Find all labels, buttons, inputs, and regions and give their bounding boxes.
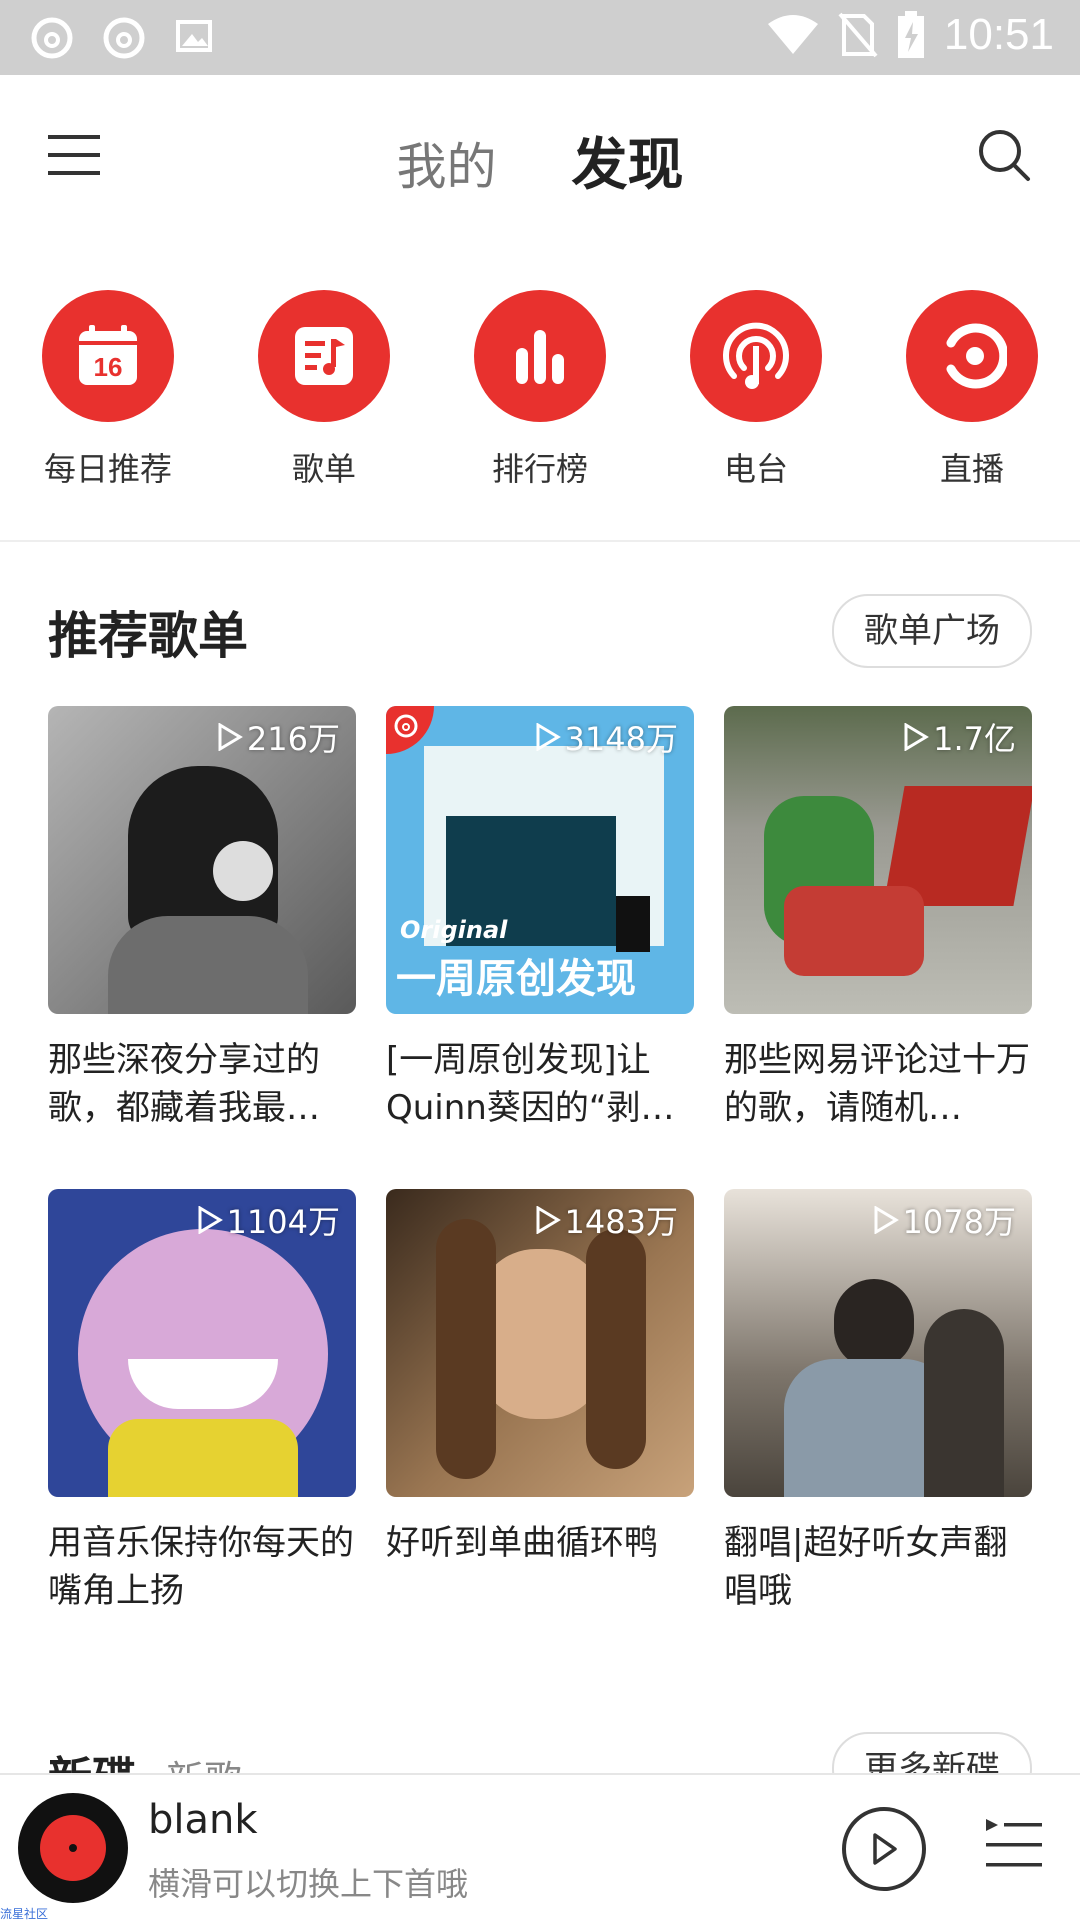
playlist-cover: 1078万: [724, 1189, 1032, 1497]
play-count: 1104万: [197, 1197, 340, 1243]
shortcut-label: 排行榜: [491, 450, 588, 488]
shortcut-radio[interactable]: 电台: [656, 290, 856, 490]
play-count-text: 1483万: [564, 1203, 678, 1241]
shortcut-label: 每日推荐: [43, 450, 172, 488]
no-sim-icon: [838, 12, 878, 58]
playlist-card[interactable]: 1104万 用音乐保持你每天的嘴角上扬: [48, 1189, 356, 1615]
watermark-text: 流星社区: [0, 1907, 49, 1921]
shortcut-live[interactable]: 直播: [872, 290, 1072, 490]
shortcut-label: 歌单: [291, 450, 356, 488]
radio-icon: [690, 290, 822, 422]
tab-discover[interactable]: 发现: [572, 120, 684, 201]
playlist-card[interactable]: 1.7亿 那些网易评论过十万的歌，请随机…: [724, 706, 1032, 1132]
playlist-queue-icon[interactable]: [984, 1815, 1044, 1875]
divider: [0, 540, 1080, 542]
play-button[interactable]: [842, 1807, 926, 1891]
chart-icon: [474, 290, 606, 422]
search-icon[interactable]: [976, 127, 1032, 183]
netease-icon: [31, 17, 73, 59]
cover-overlay-original: Original: [400, 916, 508, 944]
play-count-text: 1104万: [226, 1203, 340, 1241]
play-icon: [536, 1206, 561, 1234]
song-title: blank: [148, 1797, 258, 1843]
section-title: 推荐歌单: [48, 607, 248, 665]
playlist-cover: 1483万: [386, 1189, 694, 1497]
tab-bar: 我的 发现: [0, 120, 1080, 201]
playlist-card[interactable]: 216万 那些深夜分享过的歌，都藏着我最…: [48, 706, 356, 1132]
shortcut-playlist[interactable]: 歌单: [224, 290, 424, 490]
top-header: 我的 发现: [0, 75, 1080, 235]
play-icon: [873, 1833, 897, 1865]
playlist-card[interactable]: 1483万 好听到单曲循环鸭: [386, 1189, 694, 1567]
play-count-text: 1.7亿: [933, 720, 1016, 758]
playlist-title: [一周原创发现]让Quinn葵因的“剥…: [386, 1040, 675, 1128]
battery-charging-icon: [897, 11, 924, 58]
live-icon: [906, 290, 1038, 422]
shortcut-row: 16 每日推荐 歌单 排行榜 电台 直播: [0, 290, 1080, 490]
playlist-title: 翻唱|超好听女声翻唱哦: [724, 1523, 1008, 1611]
playlist-cover: 1104万: [48, 1189, 356, 1497]
player-hint: 横滑可以切换上下首哦: [148, 1865, 469, 1903]
playlist-icon: [258, 290, 390, 422]
play-count: 1.7亿: [903, 714, 1016, 760]
play-count: 3148万: [535, 714, 678, 760]
play-icon: [904, 723, 930, 751]
playlist-card[interactable]: 1078万 翻唱|超好听女声翻唱哦: [724, 1189, 1032, 1615]
playlist-title: 那些深夜分享过的歌，都藏着我最…: [48, 1040, 320, 1128]
playlist-title: 那些网易评论过十万的歌，请随机…: [724, 1040, 1030, 1128]
shortcut-daily[interactable]: 16 每日推荐: [8, 290, 208, 490]
playlist-cover: Original 一周原创发现 3148万: [386, 706, 694, 1014]
mini-player[interactable]: blank 横滑可以切换上下首哦 流星社区: [0, 1773, 1080, 1922]
play-icon: [198, 1206, 223, 1234]
wifi-icon: [767, 15, 818, 54]
play-count-text: 1078万: [902, 1203, 1016, 1241]
play-count: 1483万: [535, 1197, 678, 1243]
album-disc-icon: [18, 1793, 128, 1903]
tab-mine[interactable]: 我的: [396, 127, 496, 199]
play-icon: [874, 1206, 899, 1234]
playlist-title: 用音乐保持你每天的嘴角上扬: [48, 1523, 354, 1611]
play-icon: [536, 723, 561, 751]
play-count: 1078万: [873, 1197, 1016, 1243]
cover-overlay-title: 一周原创发现: [396, 956, 636, 1002]
play-count: 216万: [217, 714, 340, 760]
calendar-day: 16: [94, 352, 123, 382]
status-time: 10:51: [943, 10, 1054, 59]
playlist-plaza-button[interactable]: 歌单广场: [832, 594, 1032, 668]
shortcut-charts[interactable]: 排行榜: [440, 290, 640, 490]
image-icon: [176, 20, 212, 52]
status-bar: 10:51: [0, 0, 1080, 75]
play-count-text: 3148万: [564, 720, 678, 758]
play-count-text: 216万: [246, 720, 340, 758]
playlist-card[interactable]: Original 一周原创发现 3148万 [一周原创发现]让Quinn葵因的“…: [386, 706, 694, 1132]
playlist-title: 好听到单曲循环鸭: [386, 1523, 658, 1563]
playlist-cover: 216万: [48, 706, 356, 1014]
netease-icon: [103, 17, 145, 59]
play-icon: [218, 723, 243, 751]
netease-logo-icon: [394, 714, 418, 738]
playlist-cover: 1.7亿: [724, 706, 1032, 1014]
calendar-icon: 16: [42, 290, 174, 422]
shortcut-label: 电台: [723, 450, 788, 488]
shortcut-label: 直播: [939, 450, 1004, 488]
